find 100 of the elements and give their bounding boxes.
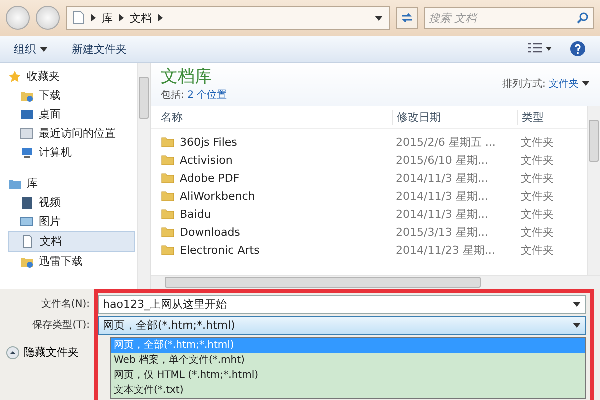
save-type-option[interactable]: Web 档案，单个文件(*.mht) (111, 353, 585, 368)
file-name: Activision (180, 154, 233, 166)
file-list-scrollbar[interactable] (587, 106, 600, 275)
filename-field[interactable]: hao123_上网从这里开始 (98, 295, 586, 314)
folder-icon (161, 243, 175, 257)
folder-icon (161, 171, 175, 185)
file-row[interactable]: AliWorkbench 2014/11/3 星期... 文件夹 (151, 187, 587, 205)
back-button[interactable] (6, 6, 30, 30)
sidebar-group-header[interactable]: 收藏夹 (8, 67, 135, 86)
file-row[interactable]: Downloads 2015/3/13 星期... 文件夹 (151, 223, 587, 241)
dropdown-caret-icon (573, 302, 581, 307)
file-row[interactable]: 360js Files 2015/2/6 星期五 ... 文件夹 (151, 133, 587, 151)
sidebar-item-label: 文档 (40, 234, 62, 249)
folder-icon (161, 153, 175, 167)
sidebar-group-header[interactable]: 库 (8, 174, 135, 193)
locations-link[interactable]: 2 个位置 (188, 88, 228, 102)
desktop-icon (20, 108, 34, 122)
folder-icon (161, 225, 175, 239)
sidebar-item[interactable]: 迅雷下载 (8, 252, 135, 271)
folder-icon (161, 189, 175, 203)
sidebar-item-label: 下载 (39, 88, 61, 103)
type-cell-text: 文件夹 (520, 170, 555, 186)
file-row[interactable]: Baidu 2014/11/3 星期... 文件夹 (151, 205, 587, 223)
sidebar-item-label: 计算机 (39, 145, 72, 160)
date-cell-text: 2014/11/23 星期... (395, 242, 496, 258)
file-name: AliWorkbench (180, 190, 256, 202)
sidebar-scrollbar[interactable] (137, 63, 150, 289)
dropdown-caret-icon (40, 46, 48, 52)
file-name: Electronic Arts (180, 244, 260, 256)
refresh-button[interactable] (396, 7, 418, 29)
breadcrumb-item[interactable]: 文档 (130, 10, 152, 26)
breadcrumb-item[interactable]: 库 (102, 10, 113, 26)
picture-icon (20, 214, 34, 228)
document-icon (21, 234, 35, 248)
file-row[interactable]: Electronic Arts 2014/11/23 星期... 文件夹 (151, 241, 587, 259)
sidebar-item[interactable]: 下载 (8, 86, 135, 105)
sidebar-item[interactable]: 最近访问的位置 (8, 124, 135, 143)
sidebar-group-label: 收藏夹 (27, 69, 60, 84)
filename-label: 文件名(N): (41, 298, 90, 312)
folder-icon (161, 207, 175, 221)
file-name: Downloads (180, 226, 240, 238)
date-cell-text: 2015/6/10 星期... (395, 152, 490, 168)
date-cell-text: 2014/11/3 星期... (395, 188, 490, 204)
breadcrumb-arrow-icon (119, 14, 124, 22)
arrange-by-dropdown[interactable]: 文件夹 (549, 76, 590, 90)
sidebar-item-label: 最近访问的位置 (39, 126, 116, 141)
column-header[interactable]: 修改日期 (392, 110, 517, 124)
view-options-icon[interactable] (528, 43, 552, 55)
type-cell-text: 文件夹 (520, 242, 555, 258)
sidebar-item[interactable]: 文档 (8, 231, 135, 252)
save-type-option[interactable]: 文本文件(*.txt) (111, 383, 585, 398)
date-cell-text: 2014/11/3 星期... (395, 206, 490, 222)
sidebar-item[interactable]: 桌面 (8, 105, 135, 124)
save-type-dropdown[interactable]: 网页，全部(*.htm;*.html) (98, 316, 586, 335)
file-name: 360js Files (180, 136, 238, 148)
file-row[interactable]: Adobe PDF 2014/11/3 星期... 文件夹 (151, 169, 587, 187)
sidebar-item-label: 桌面 (39, 107, 61, 122)
refresh-icon (400, 11, 414, 25)
save-type-option[interactable]: 网页，仅 HTML (*.htm;*.html) (111, 368, 585, 383)
column-header[interactable]: 名称 (161, 110, 392, 124)
dropdown-caret-icon (573, 323, 581, 328)
address-bar[interactable]: 库 文档 (66, 6, 390, 30)
help-icon[interactable] (570, 41, 586, 57)
sidebar-item[interactable]: 视频 (8, 193, 135, 212)
new-folder-button[interactable]: 新建文件夹 (72, 40, 127, 58)
type-cell-text: 文件夹 (520, 134, 555, 150)
date-cell-text: 2015/3/13 星期... (395, 224, 490, 240)
horizontal-scrollbar[interactable] (151, 275, 600, 289)
type-cell-text: 文件夹 (520, 206, 555, 222)
sidebar-group-label: 库 (27, 176, 38, 191)
sidebar-item[interactable]: 图片 (8, 212, 135, 231)
breadcrumb-arrow-icon (91, 14, 96, 22)
sidebar-item-label: 图片 (39, 214, 61, 229)
forward-button[interactable] (36, 6, 60, 30)
file-row[interactable]: Activision 2015/6/10 星期... 文件夹 (151, 151, 587, 169)
save-type-label: 保存类型(T): (32, 318, 90, 333)
document-icon (73, 11, 85, 25)
type-cell-text: 文件夹 (520, 188, 555, 204)
recent-places-icon (20, 126, 34, 140)
folder-icon (161, 135, 175, 149)
video-icon (20, 196, 34, 210)
computer-icon (20, 146, 34, 160)
dropdown-caret-icon (375, 16, 383, 20)
type-cell-text: 文件夹 (520, 224, 555, 240)
date-cell-text: 2015/2/6 星期五 ... (395, 134, 497, 150)
sidebar-item[interactable]: 计算机 (8, 143, 135, 162)
file-name: Adobe PDF (180, 172, 240, 184)
arrange-by-label: 排列方式: (502, 78, 546, 90)
library-title: 文档库 (161, 66, 213, 88)
includes-label: 包括: (161, 90, 184, 101)
organize-button[interactable]: 组织 (14, 40, 48, 58)
type-cell-text: 文件夹 (520, 152, 555, 168)
star-icon (8, 70, 22, 84)
sidebar-item-label: 迅雷下载 (39, 254, 83, 269)
breadcrumb-arrow-icon (158, 14, 163, 22)
date-cell-text: 2014/11/3 星期... (395, 170, 490, 186)
sidebar-item-label: 视频 (39, 195, 61, 210)
hide-folders-button[interactable]: 隐藏文件夹 (6, 345, 79, 360)
search-icon (577, 12, 589, 24)
dropdown-caret-icon (582, 81, 590, 86)
